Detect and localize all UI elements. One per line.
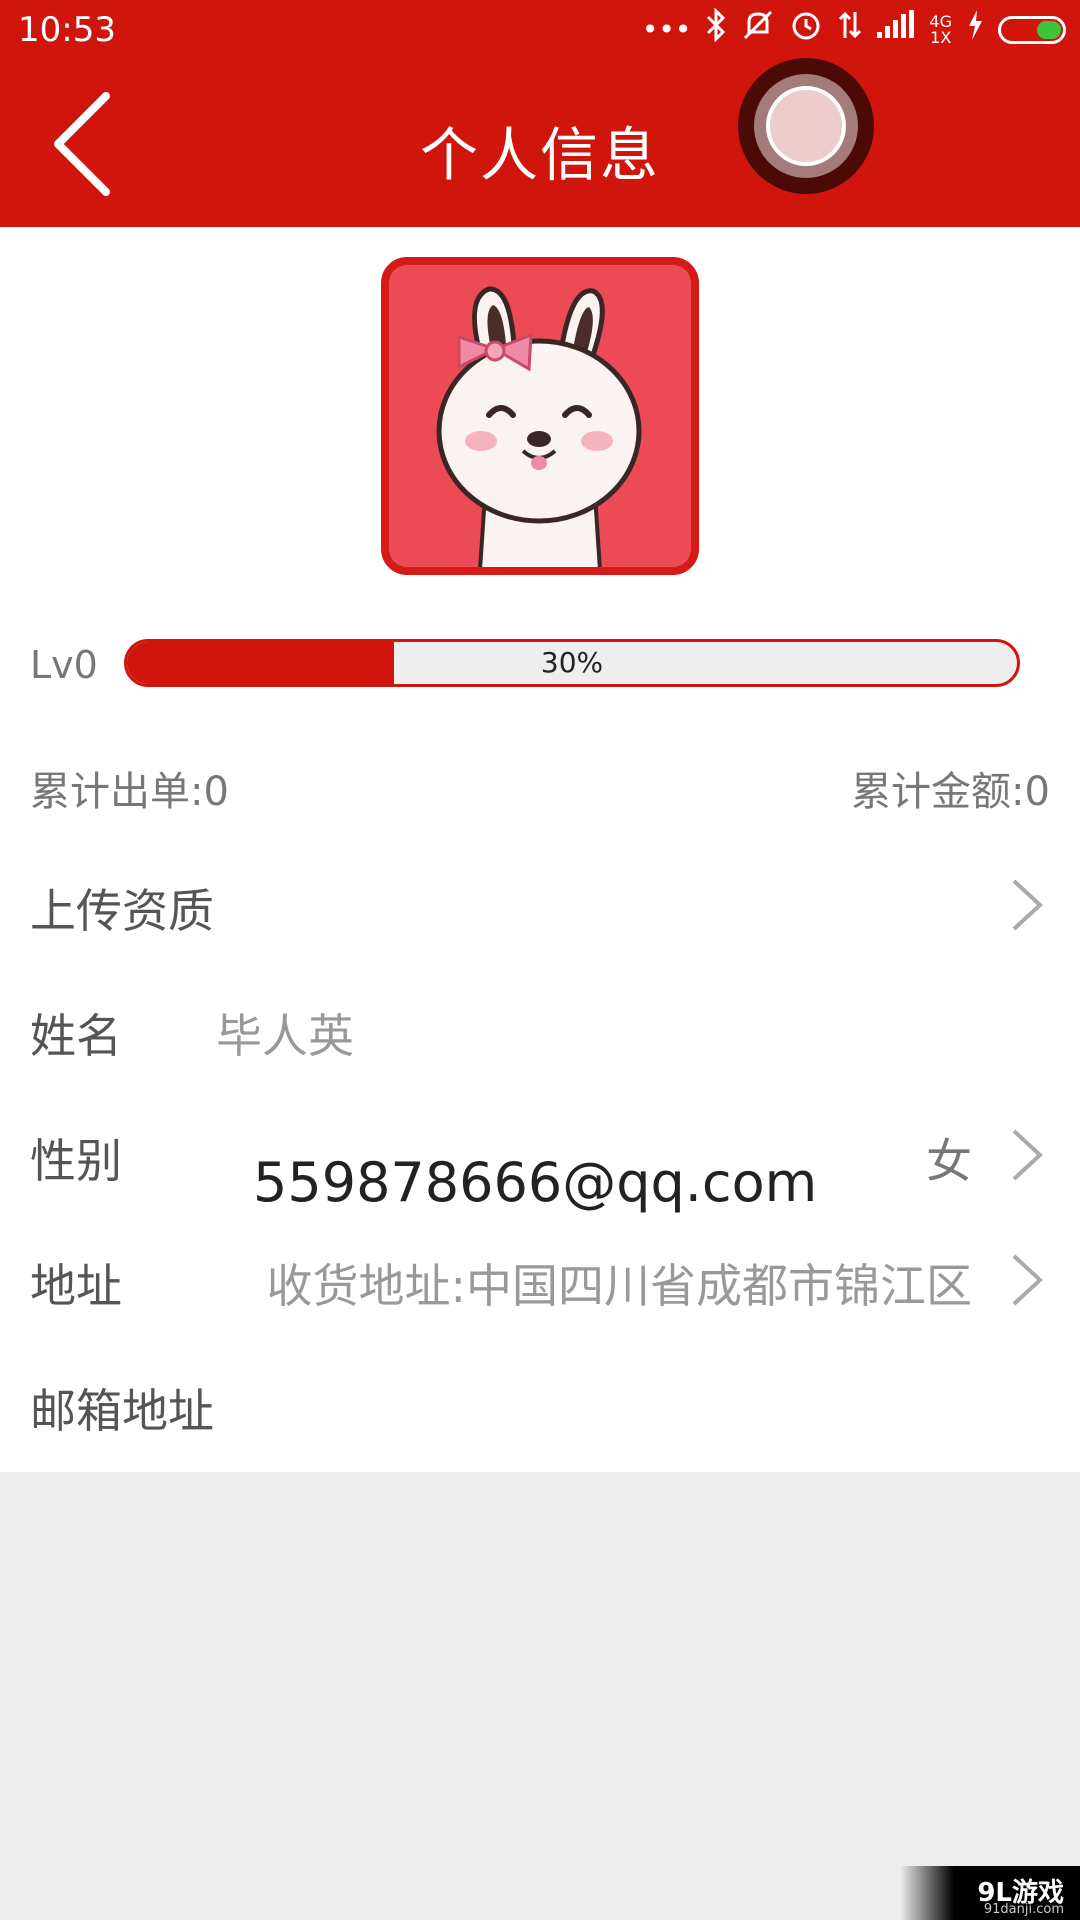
battery-icon [998, 16, 1066, 44]
bluetooth-icon [705, 6, 727, 53]
address-value: 收货地址:中国四川省成都市锦江区 [266, 1259, 973, 1313]
chevron-right-icon [1012, 1129, 1043, 1181]
network-type: 4G 1X [929, 14, 952, 46]
name-row[interactable]: 姓名 毕人英 [0, 972, 1080, 1082]
gender-value: 女 [926, 1134, 972, 1188]
mute-icon [741, 8, 775, 53]
bunny-avatar-icon [436, 286, 642, 567]
avatar[interactable] [381, 257, 699, 575]
status-time: 10:53 [18, 10, 116, 50]
charging-icon [966, 8, 984, 53]
amount-total: 累计金额:0 [851, 769, 1050, 815]
page-title: 个人信息 [419, 121, 660, 189]
dots-icon: ••• [641, 13, 692, 46]
status-icons: ••• 4G 1X [641, 6, 1066, 53]
level-label: Lv0 [30, 643, 98, 687]
status-bar: 10:53 ••• 4G 1X [0, 0, 1080, 60]
app-header: 10:53 ••• 4G 1X 个人信息 [0, 0, 1080, 227]
chevron-right-icon [1012, 879, 1043, 931]
address-row[interactable]: 地址 收货地址:中国四川省成都市锦江区 [0, 1222, 1080, 1332]
email-label: 邮箱地址 [30, 1384, 214, 1438]
watermark-logo: 9L游戏 91danji.com [900, 1866, 1080, 1920]
upload-qualification-row[interactable]: 上传资质 [0, 847, 1080, 957]
address-label: 地址 [30, 1259, 122, 1313]
name-label: 姓名 [30, 1009, 122, 1063]
name-value: 毕人英 [216, 1009, 354, 1063]
orders-total: 累计出单:0 [30, 769, 229, 815]
gender-label: 性别 [30, 1134, 122, 1188]
chevron-right-icon [1012, 1254, 1043, 1306]
floating-assistive-button[interactable] [738, 58, 874, 194]
alarm-icon [789, 8, 823, 53]
watermark-sub: 91danji.com [983, 1902, 1064, 1917]
profile-panel: Lv0 30% 累计出单:0 累计金额:0 上传资质 姓名 毕人英 性别 女 地… [0, 227, 1080, 1472]
level-progress-bar: 30% [124, 639, 1020, 687]
level-progress-text: 30% [540, 646, 604, 679]
network-type-bottom: 1X [930, 28, 952, 47]
data-arrows-icon [837, 8, 863, 53]
signal-icon [877, 9, 915, 51]
email-row[interactable]: 邮箱地址 [0, 1347, 1080, 1457]
upload-qualification-label: 上传资质 [30, 884, 214, 938]
email-field[interactable]: 559878666@qq.com [253, 1151, 817, 1214]
